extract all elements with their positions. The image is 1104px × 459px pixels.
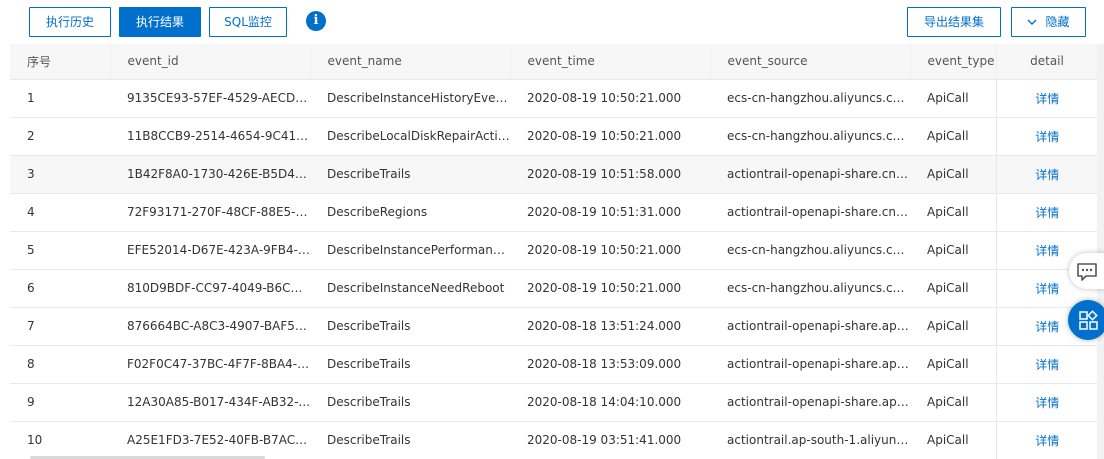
event-time-cell: 2020-08-18 13:53:09.000	[510, 345, 710, 384]
event-source-cell: ecs-cn-hangzhou.aliyuncs.com	[710, 79, 910, 118]
execution-history-button[interactable]: 执行历史	[29, 7, 111, 37]
event-time-cell: 2020-08-19 10:50:21.000	[510, 117, 710, 156]
table-row[interactable]: 2 11B8CCB9-2514-4654-9C41-... DescribeLoca…	[10, 117, 1098, 156]
event-time-cell: 2020-08-19 10:50:21.000	[510, 269, 710, 308]
row-index: 2	[10, 117, 110, 156]
detail-link[interactable]: 详情	[995, 79, 1098, 118]
row-index: 3	[10, 155, 110, 194]
table-row[interactable]: 9 12A30A85-B017-434F-AB32-... DescribeTrai…	[10, 383, 1098, 422]
row-index: 7	[10, 307, 110, 346]
event-type-cell: ApiCall	[910, 307, 996, 346]
column-header-event-source[interactable]: event_source	[710, 44, 911, 80]
row-index: 10	[10, 421, 110, 459]
event-id-cell: 11B8CCB9-2514-4654-9C41-...	[110, 117, 310, 156]
event-time-cell: 2020-08-19 10:50:21.000	[510, 231, 710, 270]
column-header-event-id[interactable]: event_id	[110, 44, 311, 80]
event-type-cell: ApiCall	[910, 269, 996, 308]
detail-link[interactable]: 详情	[995, 117, 1098, 156]
event-name-cell: DescribeInstancePerformance...	[310, 231, 510, 270]
event-time-cell: 2020-08-19 10:51:58.000	[510, 155, 710, 194]
execution-results-button[interactable]: 执行结果	[119, 7, 201, 37]
row-index: 5	[10, 231, 110, 270]
table-row[interactable]: 3 1B42F8A0-1730-426E-B5D4-3... DescribeTra…	[10, 155, 1098, 194]
event-type-cell: ApiCall	[910, 383, 996, 422]
event-id-cell: 72F93171-270F-48CF-88E5-E...	[110, 193, 310, 232]
column-header-index[interactable]: 序号	[10, 44, 111, 80]
row-index: 1	[10, 79, 110, 118]
event-name-cell: DescribeTrails	[310, 345, 510, 384]
vertical-scrollbar[interactable]	[1097, 44, 1104, 459]
event-id-cell: 12A30A85-B017-434F-AB32-...	[110, 383, 310, 422]
detail-link[interactable]: 详情	[995, 193, 1098, 232]
row-index: 4	[10, 193, 110, 232]
event-name-cell: DescribeRegions	[310, 193, 510, 232]
detail-link[interactable]: 详情	[995, 421, 1098, 459]
event-type-cell: ApiCall	[910, 193, 996, 232]
event-name-cell: DescribeTrails	[310, 155, 510, 194]
export-results-button[interactable]: 导出结果集	[907, 7, 1001, 37]
table-row[interactable]: 4 72F93171-270F-48CF-88E5-E... DescribeReg…	[10, 193, 1098, 232]
event-type-cell: ApiCall	[910, 231, 996, 270]
column-header-detail[interactable]: detail	[995, 44, 1098, 80]
column-header-event-type[interactable]: event_type	[910, 44, 997, 80]
event-name-cell: DescribeLocalDiskRepairActivi...	[310, 117, 510, 156]
table-row[interactable]: 6 810D9BDF-CC97-4049-B6C4-... DescribeInst…	[10, 269, 1098, 308]
column-header-event-name[interactable]: event_name	[310, 44, 511, 80]
event-type-cell: ApiCall	[910, 345, 996, 384]
event-time-cell: 2020-08-19 10:51:31.000	[510, 193, 710, 232]
event-source-cell: actiontrail-openapi-share.cn-...	[710, 155, 910, 194]
event-time-cell: 2020-08-19 03:51:41.000	[510, 421, 710, 459]
table-header-row: 序号 event_id event_name event_time event_…	[10, 44, 1098, 80]
event-type-cell: ApiCall	[910, 421, 996, 459]
event-id-cell: 876664BC-A8C3-4907-BAF5-...	[110, 307, 310, 346]
event-type-cell: ApiCall	[910, 155, 996, 194]
detail-link[interactable]: 详情	[995, 345, 1098, 384]
chat-bubble-icon[interactable]	[1069, 253, 1104, 289]
sql-monitor-button[interactable]: SQL监控	[209, 7, 287, 37]
row-index: 8	[10, 345, 110, 384]
table-row[interactable]: 1 9135CE93-57EF-4529-AECD-... DescribeInst…	[10, 79, 1098, 118]
event-source-cell: actiontrail.ap-south-1.aliyunc...	[710, 421, 910, 459]
event-id-cell: 1B42F8A0-1730-426E-B5D4-3...	[110, 155, 310, 194]
event-type-cell: ApiCall	[910, 79, 996, 118]
event-id-cell: 810D9BDF-CC97-4049-B6C4-...	[110, 269, 310, 308]
event-name-cell: DescribeTrails	[310, 421, 510, 459]
event-source-cell: ecs-cn-hangzhou.aliyuncs.com	[710, 269, 910, 308]
table-row[interactable]: 10 A25E1FD3-7E52-40FB-B7AC-... DescribeTra…	[10, 421, 1098, 459]
event-time-cell: 2020-08-18 14:04:10.000	[510, 383, 710, 422]
event-id-cell: 9135CE93-57EF-4529-AECD-...	[110, 79, 310, 118]
row-index: 6	[10, 269, 110, 308]
event-name-cell: DescribeTrails	[310, 383, 510, 422]
apps-grid-icon[interactable]	[1068, 300, 1104, 340]
table-row[interactable]: 8 F02F0C47-37BC-4F7F-8BA4-2... DescribeTra…	[10, 345, 1098, 384]
column-header-event-time[interactable]: event_time	[510, 44, 711, 80]
hide-button-label: 隐藏	[1045, 15, 1070, 29]
detail-link[interactable]: 详情	[995, 155, 1098, 194]
result-toolbar: 执行历史 执行结果 SQL监控 i 导出结果集 隐藏	[0, 0, 1104, 44]
event-name-cell: DescribeTrails	[310, 307, 510, 346]
event-source-cell: ecs-cn-hangzhou.aliyuncs.com	[710, 231, 910, 270]
hide-button[interactable]: 隐藏	[1011, 7, 1086, 37]
event-source-cell: actiontrail-openapi-share.ap-...	[710, 345, 910, 384]
event-type-cell: ApiCall	[910, 117, 996, 156]
event-source-cell: actiontrail-openapi-share.ap-...	[710, 383, 910, 422]
results-table: 序号 event_id event_name event_time event_…	[10, 44, 1098, 459]
event-id-cell: EFE52014-D67E-423A-9FB4-3...	[110, 231, 310, 270]
event-name-cell: DescribeInstanceHistoryEvents	[310, 79, 510, 118]
event-time-cell: 2020-08-19 10:50:21.000	[510, 79, 710, 118]
chevron-down-icon	[1027, 9, 1037, 37]
table-row[interactable]: 7 876664BC-A8C3-4907-BAF5-... DescribeTrai…	[10, 307, 1098, 346]
results-table-container[interactable]: 序号 event_id event_name event_time event_…	[10, 44, 1098, 459]
event-name-cell: DescribeInstanceNeedReboot	[310, 269, 510, 308]
detail-link[interactable]: 详情	[995, 383, 1098, 422]
event-source-cell: actiontrail-openapi-share.ap-...	[710, 307, 910, 346]
event-time-cell: 2020-08-18 13:51:24.000	[510, 307, 710, 346]
table-row[interactable]: 5 EFE52014-D67E-423A-9FB4-3... DescribeIns…	[10, 231, 1098, 270]
event-id-cell: F02F0C47-37BC-4F7F-8BA4-2...	[110, 345, 310, 384]
row-index: 9	[10, 383, 110, 422]
event-source-cell: actiontrail-openapi-share.cn-...	[710, 193, 910, 232]
info-icon[interactable]: i	[306, 11, 326, 31]
event-source-cell: ecs-cn-hangzhou.aliyuncs.com	[710, 117, 910, 156]
event-id-cell: A25E1FD3-7E52-40FB-B7AC-...	[110, 421, 310, 459]
